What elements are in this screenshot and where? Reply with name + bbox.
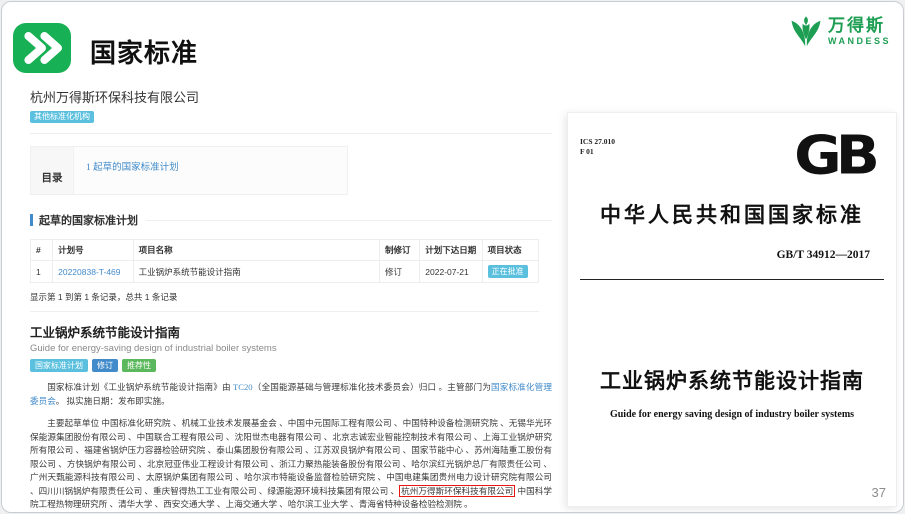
standard-title-en: Guide for energy saving design of indust… (568, 409, 896, 420)
records-note: 显示第 1 到第 1 条记录，总共 1 条记录 (30, 291, 539, 312)
company-name: 杭州万得斯环保科技有限公司 (30, 87, 552, 106)
detail-badges: 国家标准计划 修订 推荐性 (30, 359, 552, 372)
toc-link[interactable]: 1 起草的国家标准计划 (86, 163, 179, 173)
page-number: 37 (872, 485, 886, 500)
cell-index: 1 (31, 261, 53, 283)
col-header-date: 计划下达日期 (420, 240, 482, 261)
leaf-icon (789, 14, 823, 48)
toc-label: 目录 (31, 147, 73, 194)
inline-link[interactable]: TC20 (233, 382, 253, 392)
company-type-badge: 其他标准化机构 (30, 111, 94, 123)
badge-national-plan: 国家标准计划 (30, 359, 88, 372)
section-accent-bar (30, 214, 33, 226)
logo-text-cn: 万得斯 (828, 17, 891, 34)
col-header-plan-no: 计划号 (53, 240, 133, 261)
cell-revision: 修订 (380, 261, 420, 283)
page-title: 国家标准 (90, 33, 198, 70)
toc-box: 目录 1 起草的国家标准计划 (30, 146, 348, 195)
paragraph-plan-info: 国家标准计划《工业锅炉系统节能设计指南》由 TC20（全国能源基础与管理标准化技… (30, 381, 552, 408)
col-header-status: 项目状态 (482, 240, 538, 261)
standard-cover: ICS 27.010 F 01 GB 中华人民共和国国家标准 GB/T 3491… (567, 112, 897, 507)
status-badge: 正在批准 (488, 265, 528, 278)
cell-project-name: 工业锅炉系统节能设计指南 (133, 261, 379, 283)
detail-subtitle-en: Guide for energy-saving design of indust… (30, 343, 552, 354)
detail-title: 工业锅炉系统节能设计指南 (30, 322, 552, 341)
col-header-revision: 制修订 (380, 240, 420, 261)
table-header-row: # 计划号 项目名称 制修订 计划下达日期 项目状态 (31, 240, 539, 261)
paragraph-drafting-units: 主要起草单位 中国标准化研究院 、机械工业技术发展基金会 、中国中元国际工程有限… (30, 417, 552, 512)
standard-number: GB/T 34912—2017 (777, 249, 870, 261)
wandess-logo: 万得斯 WANDESS (789, 14, 891, 48)
ics-code: ICS 27.010 F 01 (580, 137, 615, 157)
red-highlight-box: 杭州万得斯环保科技有限公司 (399, 485, 515, 497)
gb-logo: GB (794, 124, 874, 187)
cell-date: 2022-07-21 (420, 261, 482, 283)
badge-revision: 修订 (92, 359, 118, 372)
logo-text-en: WANDESS (828, 37, 891, 46)
divider (30, 133, 552, 134)
col-header-index: # (31, 240, 53, 261)
col-header-project-name: 项目名称 (133, 240, 379, 261)
standard-title: 工业锅炉系统节能设计指南 (568, 365, 896, 395)
section-title: 起草的国家标准计划 (39, 212, 138, 228)
slide: 国家标准 万得斯 WANDESS 杭州万得斯环保科技有限公司 其他标准化机构 目… (1, 1, 904, 513)
double-chevron-icon (13, 23, 71, 73)
badge-recommended: 推荐性 (122, 359, 156, 372)
plan-no-link[interactable]: 20220838-T-469 (58, 267, 120, 277)
section-rule (146, 220, 552, 221)
standard-header: 中华人民共和国国家标准 (568, 199, 896, 229)
cover-rule (580, 279, 884, 280)
section-header: 起草的国家标准计划 (30, 212, 552, 228)
plan-table: # 计划号 项目名称 制修订 计划下达日期 项目状态 1 20220838-T-… (30, 239, 539, 283)
table-row: 1 20220838-T-469 工业锅炉系统节能设计指南 修订 2022-07… (31, 261, 539, 283)
webpage-screenshot: 杭州万得斯环保科技有限公司 其他标准化机构 目录 1 起草的国家标准计划 起草的… (30, 87, 552, 507)
